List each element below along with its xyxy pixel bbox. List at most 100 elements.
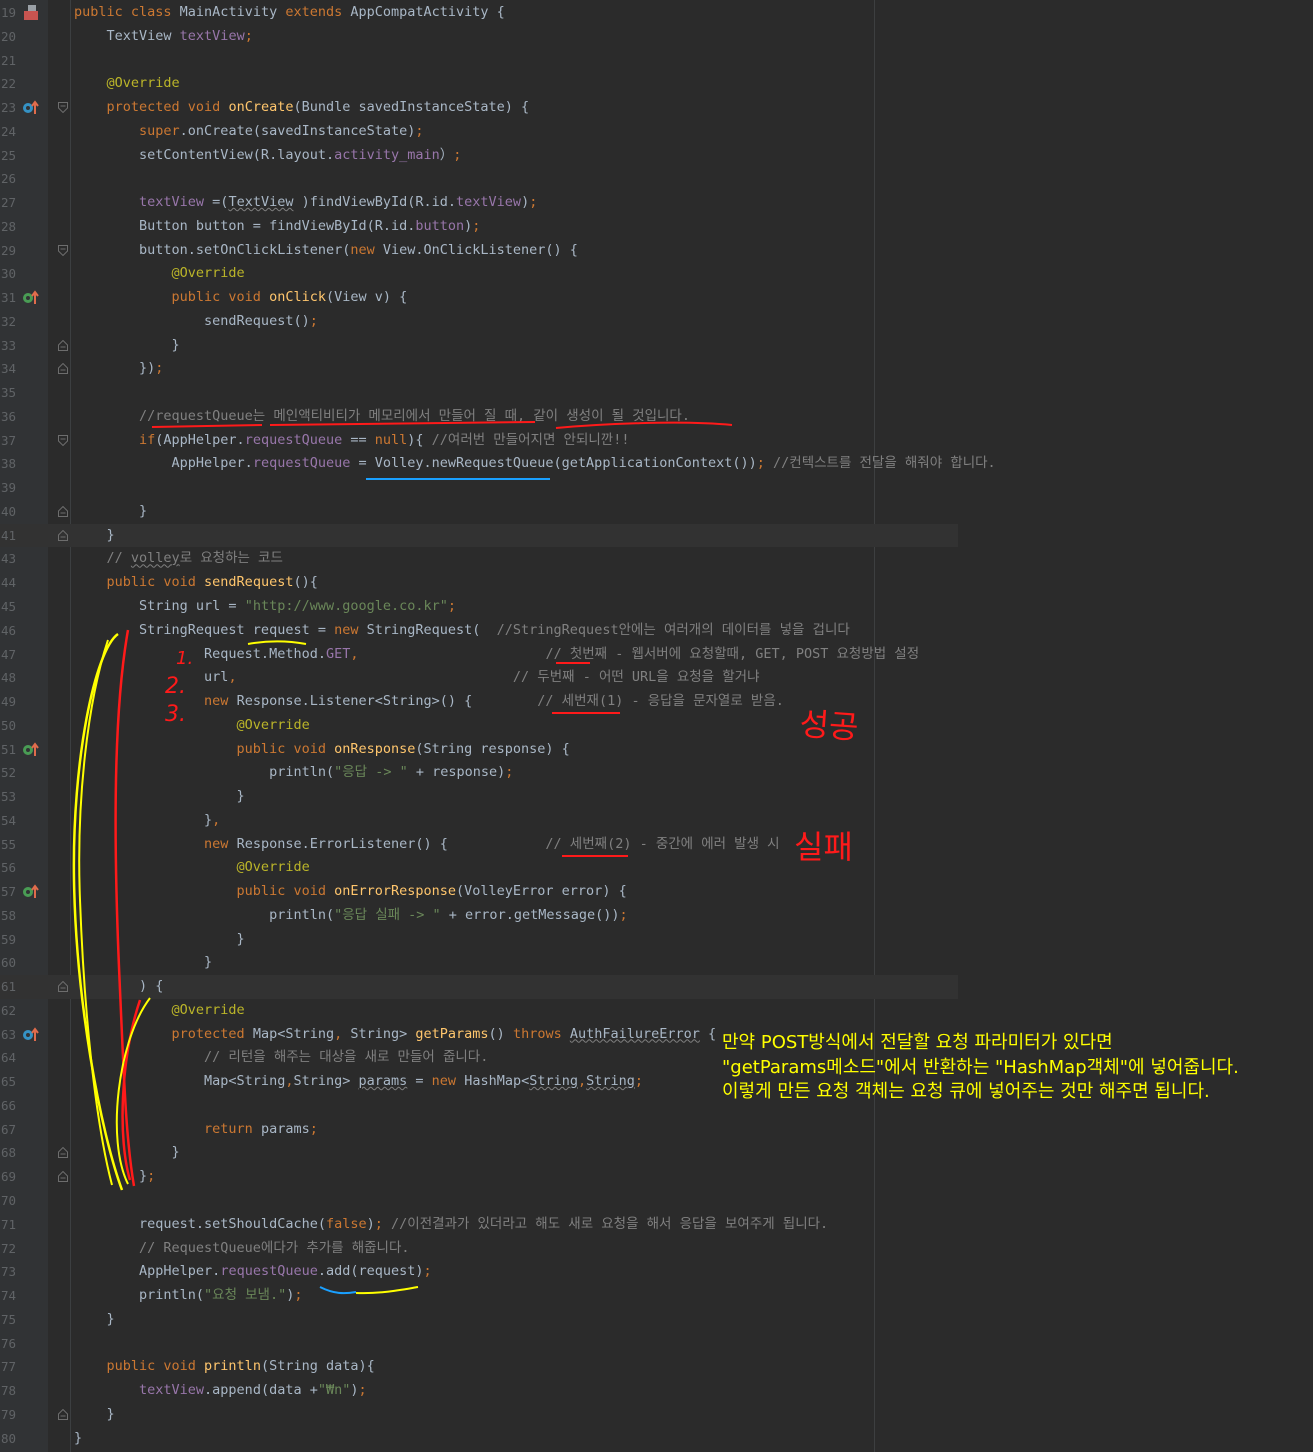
override-method-icon[interactable] (22, 100, 40, 116)
fold-close-icon[interactable] (58, 1408, 68, 1420)
fold-open-icon[interactable] (58, 102, 68, 114)
code-text[interactable]: AppHelper.requestQueue = Volley.newReque… (74, 452, 996, 476)
fold-close-icon[interactable] (58, 339, 68, 351)
code-line[interactable]: 79 } (0, 1403, 1313, 1427)
code-text[interactable]: public class MainActivity extends AppCom… (74, 1, 505, 25)
code-text[interactable]: //requestQueue는 메인액티비티가 메모리에서 만들어 질 때, 같… (74, 405, 690, 429)
code-line[interactable]: 27 textView =(TextView )findViewById(R.i… (0, 191, 1313, 215)
code-text[interactable]: @Override (74, 72, 180, 96)
code-line[interactable]: 72 // RequestQueue에다가 추가를 해줍니다. (0, 1237, 1313, 1261)
code-text[interactable]: }; (74, 1165, 155, 1189)
code-text[interactable]: StringRequest request = new StringReques… (74, 619, 850, 643)
override-method-icon[interactable] (22, 1027, 40, 1043)
code-text[interactable]: }); (74, 357, 163, 381)
code-line[interactable]: 53 } (0, 785, 1313, 809)
code-line[interactable]: 29 button.setOnClickListener(new View.On… (0, 239, 1313, 263)
code-line[interactable]: 25 setContentView(R.layout.activity_main… (0, 144, 1313, 168)
code-text[interactable]: } (74, 500, 147, 524)
code-line[interactable]: 67 return params; (0, 1118, 1313, 1142)
fold-close-icon[interactable] (58, 505, 68, 517)
code-line[interactable]: 74 println("요청 보냄."); (0, 1284, 1313, 1308)
code-text[interactable]: textView =(TextView )findViewById(R.id.t… (74, 191, 537, 215)
code-line[interactable]: 69 }; (0, 1165, 1313, 1189)
code-text[interactable]: public void onClick(View v) { (74, 286, 408, 310)
code-text[interactable]: println("요청 보냄."); (74, 1284, 303, 1308)
code-text[interactable]: } (74, 524, 115, 548)
code-text[interactable]: @Override (74, 262, 245, 286)
code-text[interactable]: String url = "http://www.google.co.kr"; (74, 595, 456, 619)
code-text[interactable]: } (74, 1308, 115, 1332)
fold-close-icon[interactable] (58, 529, 68, 541)
code-text[interactable]: Request.Method.GET, // 첫번째 - 웹서버에 요청할때, … (74, 643, 919, 667)
code-line[interactable]: 48 url, // 두번째 - 어떤 URL을 요청을 할거냐 (0, 666, 1313, 690)
code-text[interactable]: // 리턴을 해주는 대상을 새로 만들어 줍니다. (74, 1046, 488, 1070)
code-line[interactable]: 71 request.setShouldCache(false); //이전결과… (0, 1213, 1313, 1237)
fold-close-icon[interactable] (58, 981, 68, 993)
code-text[interactable]: Button button = findViewById(R.id.button… (74, 215, 480, 239)
code-line[interactable]: 38 AppHelper.requestQueue = Volley.newRe… (0, 452, 1313, 476)
code-line[interactable]: 58 println("응답 실패 -> " + error.getMessag… (0, 904, 1313, 928)
code-line[interactable]: 50 @Override (0, 714, 1313, 738)
code-text[interactable]: protected Map<String, String> getParams(… (74, 1023, 717, 1047)
code-text[interactable]: ) { (74, 975, 163, 999)
code-line[interactable]: 75 } (0, 1308, 1313, 1332)
code-line[interactable]: 45 String url = "http://www.google.co.kr… (0, 595, 1313, 619)
code-line[interactable]: 34 }); (0, 357, 1313, 381)
code-text[interactable]: public void onResponse(String response) … (74, 738, 570, 762)
code-line[interactable]: 31 public void onClick(View v) { (0, 286, 1313, 310)
code-text[interactable]: request.setShouldCache(false); //이전결과가 있… (74, 1213, 828, 1237)
code-line[interactable]: 40 } (0, 500, 1313, 524)
code-text[interactable]: AppHelper.requestQueue.add(request); (74, 1260, 432, 1284)
code-text[interactable]: setContentView(R.layout.activity_main）; (74, 144, 461, 168)
code-line[interactable]: 46 StringRequest request = new StringReq… (0, 619, 1313, 643)
code-line[interactable]: 54 }, (0, 809, 1313, 833)
code-text[interactable]: } (74, 1141, 180, 1165)
code-text[interactable]: } (74, 1403, 115, 1427)
code-text[interactable]: new Response.Listener<String>() { // 세번재… (74, 690, 784, 714)
code-line[interactable]: 41 } (0, 523, 958, 548)
code-text[interactable]: }, (74, 809, 220, 833)
code-line[interactable]: 80} (0, 1427, 1313, 1451)
code-text[interactable]: } (74, 1427, 82, 1451)
code-line[interactable]: 78 textView.append(data +"₩n"); (0, 1379, 1313, 1403)
code-text[interactable]: new Response.ErrorListener() { // 세번째(2)… (74, 833, 780, 857)
code-line[interactable]: 35 (0, 381, 1313, 405)
code-line[interactable]: 22 @Override (0, 72, 1313, 96)
code-text[interactable]: textView.append(data +"₩n"); (74, 1379, 367, 1403)
code-text[interactable]: Map<String, String> params = new HashMap<… (74, 1070, 643, 1094)
code-text[interactable]: public void onErrorResponse(VolleyError … (74, 880, 627, 904)
code-line[interactable]: 61 ) { (0, 975, 958, 999)
code-text[interactable]: TextView textView; (74, 25, 253, 49)
code-text[interactable]: @Override (74, 856, 310, 880)
code-line[interactable]: 56 @Override (0, 856, 1313, 880)
code-line[interactable]: 32 sendRequest(); (0, 310, 1313, 334)
code-line[interactable]: 77 public void println(String data){ (0, 1355, 1313, 1379)
code-text[interactable]: url, // 두번째 - 어떤 URL을 요청을 할거냐 (74, 666, 759, 690)
code-line[interactable]: 62 @Override (0, 999, 1313, 1023)
fold-close-icon[interactable] (58, 363, 68, 375)
code-text[interactable]: super.onCreate(savedInstanceState); (74, 120, 424, 144)
code-line[interactable]: 57 public void onErrorResponse(VolleyErr… (0, 880, 1313, 904)
code-text[interactable]: @Override (74, 714, 310, 738)
code-line[interactable]: 36 //requestQueue는 메인액티비티가 메모리에서 만들어 질 때… (0, 405, 1313, 429)
code-line[interactable]: 20 TextView textView; (0, 25, 1313, 49)
code-line[interactable]: 68 } (0, 1141, 1313, 1165)
class-gutter-icon[interactable] (22, 5, 40, 21)
code-line[interactable]: 73 AppHelper.requestQueue.add(request); (0, 1260, 1313, 1284)
fold-open-icon[interactable] (58, 244, 68, 256)
code-text[interactable]: public void println(String data){ (74, 1355, 375, 1379)
code-line[interactable]: 59 } (0, 928, 1313, 952)
code-line[interactable]: 60 } (0, 951, 1313, 975)
code-line[interactable]: 28 Button button = findViewById(R.id.but… (0, 215, 1313, 239)
code-line[interactable]: 37 if(AppHelper.requestQueue == null){ /… (0, 429, 1313, 453)
code-line[interactable]: 55 new Response.ErrorListener() { // 세번째… (0, 833, 1313, 857)
code-line[interactable]: 44 public void sendRequest(){ (0, 571, 1313, 595)
fold-close-icon[interactable] (58, 1147, 68, 1159)
code-text[interactable]: // RequestQueue에다가 추가를 해줍니다. (74, 1237, 410, 1261)
code-line[interactable]: 23 protected void onCreate(Bundle savedI… (0, 96, 1313, 120)
code-text[interactable]: public void sendRequest(){ (74, 571, 318, 595)
code-line[interactable]: 76 (0, 1332, 1313, 1356)
implements-method-icon[interactable] (22, 741, 40, 758)
code-text[interactable]: println("응답 -> " + response); (74, 761, 513, 785)
code-text[interactable]: return params; (74, 1118, 318, 1142)
